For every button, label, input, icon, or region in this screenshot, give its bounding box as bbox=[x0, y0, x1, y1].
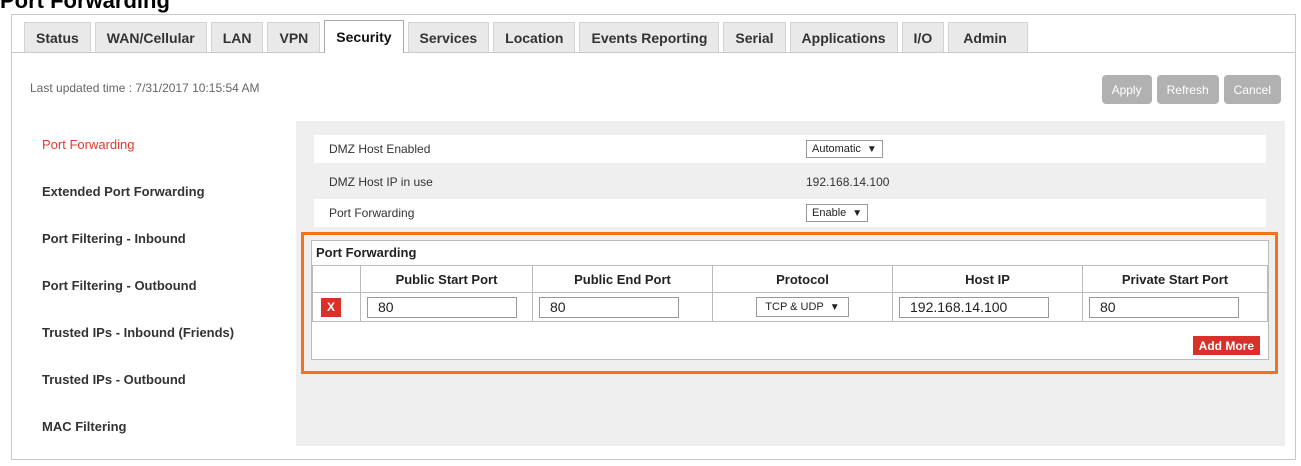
sidebar-item-port-filtering-outbound[interactable]: Port Filtering - Outbound bbox=[30, 262, 296, 309]
page-heading-cut: Port Forwarding bbox=[0, 0, 170, 13]
last-updated-text: Last updated time : 7/31/2017 10:15:54 A… bbox=[30, 81, 260, 95]
port-forwarding-table: Public Start Port Public End Port Protoc… bbox=[312, 265, 1268, 322]
table-header: Host IP bbox=[892, 265, 1083, 293]
public-start-port-input[interactable]: 80 bbox=[367, 296, 517, 318]
table-header: Protocol bbox=[712, 265, 893, 293]
dropdown-arrow-icon: ▼ bbox=[866, 143, 877, 155]
port-forwarding-label: Port Forwarding bbox=[329, 206, 415, 220]
tab-wan-cellular[interactable]: WAN/Cellular bbox=[94, 22, 207, 52]
dmz-ip-label: DMZ Host IP in use bbox=[329, 175, 433, 189]
tab-events-reporting[interactable]: Events Reporting bbox=[579, 22, 720, 52]
add-more-button[interactable]: Add More bbox=[1192, 336, 1260, 355]
tab-admin[interactable]: Admin bbox=[948, 22, 1028, 52]
refresh-button[interactable]: Refresh bbox=[1156, 75, 1219, 104]
tab-location[interactable]: Location bbox=[493, 22, 576, 52]
apply-button[interactable]: Apply bbox=[1101, 75, 1152, 104]
sidebar-item-trusted-ips-outbound[interactable]: Trusted IPs - Outbound bbox=[30, 356, 296, 403]
dmz-enabled-value: Automatic bbox=[812, 143, 861, 155]
port-forwarding-table-title: Port Forwarding bbox=[316, 245, 417, 260]
dropdown-arrow-icon: ▼ bbox=[852, 207, 863, 219]
port-forwarding-select[interactable]: Enable ▼ bbox=[806, 204, 869, 222]
dropdown-arrow-icon: ▼ bbox=[829, 301, 840, 313]
sidebar-item-mac-filtering[interactable]: MAC Filtering bbox=[30, 403, 296, 450]
setting-row-dmz-ip: DMZ Host IP in use 192.168.14.100 bbox=[314, 168, 1266, 196]
tab-services[interactable]: Services bbox=[407, 22, 490, 52]
tab-applications[interactable]: Applications bbox=[789, 22, 898, 52]
faint-menu-strip bbox=[620, 0, 1290, 4]
sidebar-item-port-forwarding[interactable]: Port Forwarding bbox=[30, 121, 296, 168]
dmz-ip-value: 192.168.14.100 bbox=[806, 175, 890, 189]
tab-vpn[interactable]: VPN bbox=[267, 22, 321, 52]
protocol-select[interactable]: TCP & UDP ▼ bbox=[756, 297, 849, 317]
table-row: X 80 80 TCP & UDP ▼ 192.168.14.100 80 bbox=[312, 292, 1268, 322]
delete-row-button[interactable]: X bbox=[321, 297, 341, 317]
sidebar-item-port-filtering-inbound[interactable]: Port Filtering - Inbound bbox=[30, 215, 296, 262]
port-forwarding-table-panel: Port Forwarding Public Start Port Public… bbox=[311, 240, 1269, 360]
tab-io[interactable]: I/O bbox=[901, 22, 945, 52]
dmz-enabled-label: DMZ Host Enabled bbox=[329, 142, 431, 156]
table-header-blank bbox=[312, 265, 361, 293]
table-header: Public End Port bbox=[532, 265, 713, 293]
port-forwarding-highlight: Port Forwarding Public Start Port Public… bbox=[301, 232, 1278, 374]
sidebar-item-extended-port-forwarding[interactable]: Extended Port Forwarding bbox=[30, 168, 296, 215]
table-header: Private Start Port bbox=[1082, 265, 1268, 293]
tab-serial[interactable]: Serial bbox=[723, 22, 786, 52]
tab-bar: Status WAN/Cellular LAN VPN Security Ser… bbox=[12, 20, 1295, 53]
host-ip-input[interactable]: 192.168.14.100 bbox=[899, 296, 1049, 318]
port-forwarding-value: Enable bbox=[812, 207, 847, 219]
private-start-port-input[interactable]: 80 bbox=[1089, 296, 1239, 318]
public-end-port-input[interactable]: 80 bbox=[539, 296, 679, 318]
dmz-enabled-select[interactable]: Automatic ▼ bbox=[806, 140, 883, 158]
top-strip: Port Forwarding bbox=[0, 0, 1301, 14]
sidebar-item-trusted-ips-inbound[interactable]: Trusted IPs - Inbound (Friends) bbox=[30, 309, 296, 356]
table-header: Public Start Port bbox=[360, 265, 533, 293]
setting-row-port-forwarding: Port Forwarding Enable ▼ bbox=[314, 199, 1266, 227]
protocol-value: TCP & UDP bbox=[765, 301, 824, 313]
tab-status[interactable]: Status bbox=[24, 22, 91, 52]
action-buttons: Apply Refresh Cancel bbox=[1101, 75, 1281, 104]
security-sidebar: Port Forwarding Extended Port Forwarding… bbox=[30, 121, 296, 450]
cancel-button[interactable]: Cancel bbox=[1223, 75, 1281, 104]
tab-lan[interactable]: LAN bbox=[210, 22, 264, 52]
tab-security[interactable]: Security bbox=[324, 20, 404, 53]
setting-row-dmz-enabled: DMZ Host Enabled Automatic ▼ bbox=[314, 135, 1266, 163]
